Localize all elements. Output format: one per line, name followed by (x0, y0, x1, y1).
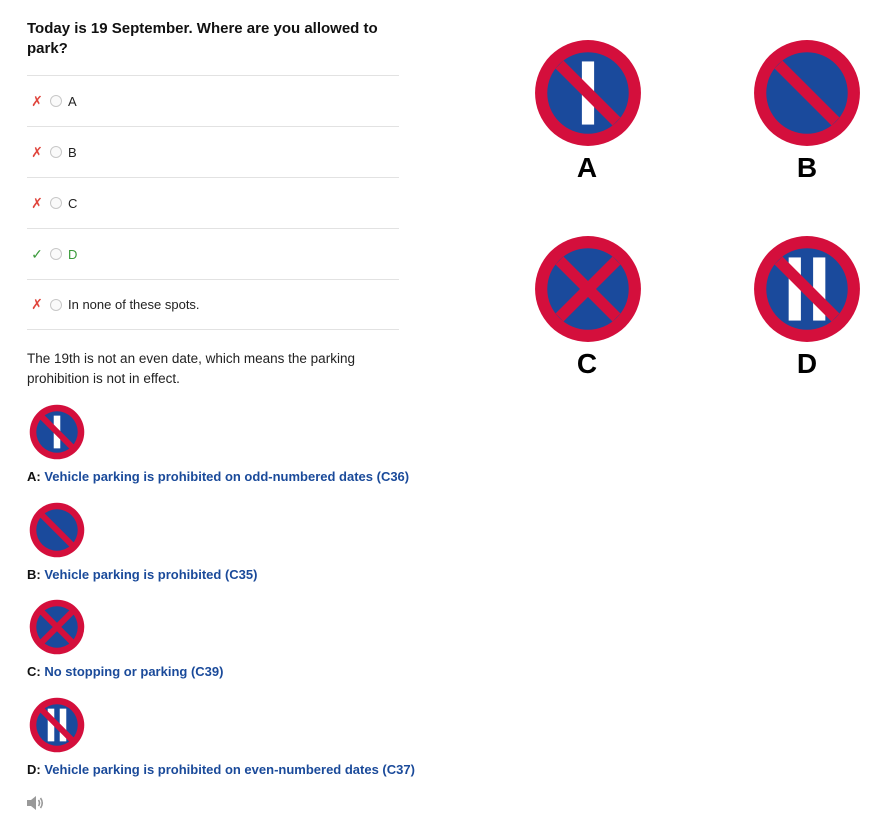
answer-options: ✗ A ✗ B ✗ C ✓ D ✗ In none of these spots… (27, 75, 399, 330)
option-label: D (68, 246, 78, 262)
check-mark-icon: ✓ (31, 245, 43, 262)
no-parking-sign-icon (29, 502, 85, 558)
radio-button[interactable] (50, 197, 62, 209)
option-a[interactable]: ✗ A (27, 75, 399, 126)
no-stopping-sign-icon (29, 599, 85, 655)
reference-link[interactable]: Vehicle parking is prohibited on odd-num… (44, 469, 409, 484)
reference-item-b: B: Vehicle parking is prohibited (C35) (27, 500, 257, 582)
option-c[interactable]: ✗ C (27, 177, 399, 228)
parking-odd-dates-sign-icon (29, 404, 85, 460)
reference-link[interactable]: No stopping or parking (C39) (44, 664, 223, 679)
parking-even-dates-sign-icon (29, 697, 85, 753)
x-mark-icon: ✗ (31, 296, 43, 312)
sign-letter-c: C (576, 348, 598, 379)
reference-link[interactable]: Vehicle parking is prohibited (C35) (44, 567, 257, 582)
x-mark-icon: ✗ (31, 92, 43, 109)
parking-even-dates-sign-icon (754, 236, 860, 342)
reference-item-d: D: Vehicle parking is prohibited on even… (27, 695, 415, 777)
parking-odd-dates-sign-icon (535, 40, 641, 146)
option-label: In none of these spots. (68, 297, 200, 312)
reference-item-a: A: Vehicle parking is prohibited on odd-… (27, 402, 409, 484)
no-stopping-sign-icon (535, 236, 641, 342)
radio-button[interactable] (50, 298, 62, 311)
option-d[interactable]: ✓ D (27, 228, 399, 279)
option-label: A (68, 93, 77, 109)
sign-letter-d: D (796, 348, 818, 379)
option-label: C (68, 195, 78, 211)
reference-item-c: C: No stopping or parking (C39) (27, 597, 223, 679)
explanation-text: The 19th is not an even date, which mean… (27, 351, 355, 386)
reference-letter: A: (27, 469, 41, 484)
speaker-icon[interactable] (26, 795, 46, 816)
option-b[interactable]: ✗ B (27, 126, 399, 177)
option-label: B (68, 144, 77, 160)
no-parking-sign-icon (754, 40, 860, 146)
reference-link[interactable]: Vehicle parking is prohibited on even-nu… (44, 762, 415, 777)
reference-letter: D: (27, 762, 41, 777)
radio-button[interactable] (50, 95, 62, 107)
radio-button[interactable] (50, 248, 62, 260)
sign-letter-b: B (796, 152, 818, 183)
sign-letter-a: A (576, 152, 598, 183)
reference-letter: C: (27, 664, 41, 679)
x-mark-icon: ✗ (31, 143, 43, 160)
radio-button[interactable] (50, 146, 62, 158)
reference-letter: B: (27, 567, 41, 582)
question-text: Today is 19 September. Where are you all… (27, 20, 378, 57)
x-mark-icon: ✗ (31, 194, 43, 211)
option-none[interactable]: ✗ In none of these spots. (27, 279, 399, 330)
